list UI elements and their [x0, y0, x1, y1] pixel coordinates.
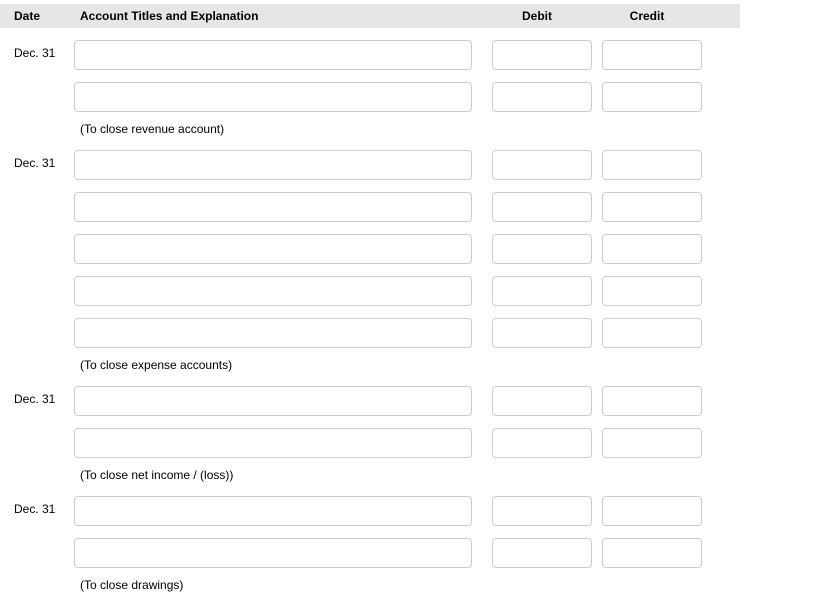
journal-entry: Dec. 31 [0, 138, 740, 372]
journal-row [0, 538, 740, 568]
journal-row: Dec. 31 [0, 386, 740, 416]
header-row: Date Account Titles and Explanation Debi… [0, 4, 740, 28]
row-date: Dec. 31 [14, 40, 74, 60]
account-input[interactable] [74, 428, 472, 458]
account-input[interactable] [74, 192, 472, 222]
journal-entry: Dec. 31 (To close revenue account) [0, 28, 740, 136]
journal-row [0, 234, 740, 264]
explanation-text: (To close expense accounts) [0, 358, 740, 372]
debit-input[interactable] [492, 538, 592, 568]
journal-row: Dec. 31 [0, 496, 740, 526]
account-input[interactable] [74, 538, 472, 568]
journal-row: Dec. 31 [0, 150, 740, 180]
debit-input[interactable] [492, 192, 592, 222]
journal-entry: Dec. 31 (To close drawings) [0, 484, 740, 592]
row-date: Dec. 31 [14, 150, 74, 170]
journal-entry: Dec. 31 (To close net income / (loss)) [0, 374, 740, 482]
journal-row: Dec. 31 [0, 40, 740, 70]
account-input[interactable] [74, 276, 472, 306]
credit-input[interactable] [602, 150, 702, 180]
row-date: Dec. 31 [14, 496, 74, 516]
account-input[interactable] [74, 40, 472, 70]
journal-row [0, 192, 740, 222]
header-debit: Debit [482, 9, 592, 23]
debit-input[interactable] [492, 234, 592, 264]
credit-input[interactable] [602, 276, 702, 306]
debit-input[interactable] [492, 496, 592, 526]
journal-row [0, 82, 740, 112]
credit-input[interactable] [602, 496, 702, 526]
journal-row [0, 318, 740, 348]
debit-input[interactable] [492, 40, 592, 70]
account-input[interactable] [74, 386, 472, 416]
header-credit: Credit [592, 9, 702, 23]
credit-input[interactable] [602, 386, 702, 416]
explanation-text: (To close net income / (loss)) [0, 468, 740, 482]
explanation-text: (To close drawings) [0, 578, 740, 592]
journal-row [0, 428, 740, 458]
account-input[interactable] [74, 496, 472, 526]
journal-table: Date Account Titles and Explanation Debi… [0, 0, 740, 592]
credit-input[interactable] [602, 538, 702, 568]
credit-input[interactable] [602, 318, 702, 348]
explanation-text: (To close revenue account) [0, 122, 740, 136]
header-date: Date [14, 9, 74, 23]
journal-row [0, 276, 740, 306]
debit-input[interactable] [492, 276, 592, 306]
account-input[interactable] [74, 150, 472, 180]
credit-input[interactable] [602, 234, 702, 264]
account-input[interactable] [74, 82, 472, 112]
debit-input[interactable] [492, 82, 592, 112]
account-input[interactable] [74, 234, 472, 264]
debit-input[interactable] [492, 428, 592, 458]
header-account: Account Titles and Explanation [74, 9, 482, 23]
credit-input[interactable] [602, 82, 702, 112]
credit-input[interactable] [602, 40, 702, 70]
debit-input[interactable] [492, 150, 592, 180]
row-date: Dec. 31 [14, 386, 74, 406]
debit-input[interactable] [492, 318, 592, 348]
account-input[interactable] [74, 318, 472, 348]
debit-input[interactable] [492, 386, 592, 416]
credit-input[interactable] [602, 192, 702, 222]
credit-input[interactable] [602, 428, 702, 458]
